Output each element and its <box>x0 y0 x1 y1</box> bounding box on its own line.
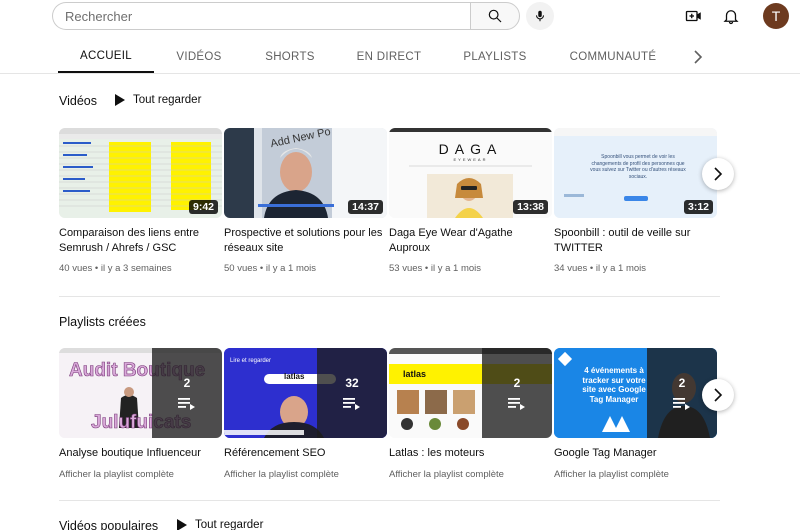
view-full-playlist-link[interactable]: Afficher la playlist complète <box>59 469 222 480</box>
popular-play-all-button[interactable]: Tout regarder <box>176 519 263 530</box>
playlist-thumbnail[interactable]: latlas 2 <box>389 348 552 438</box>
chevron-right-icon <box>714 167 723 181</box>
playlist-card[interactable]: 4 événements à tracker sur votre site av… <box>554 348 717 480</box>
video-thumbnail[interactable]: Add New Po 14:37 <box>224 128 387 218</box>
section-divider <box>59 500 720 501</box>
tab-videos[interactable]: VIDÉOS <box>160 40 238 73</box>
search-button[interactable] <box>470 2 520 30</box>
playlist-card[interactable]: Audit Boutique Julufuicats 2 Analyse bou… <box>59 348 222 480</box>
tab-playlists[interactable]: PLAYLISTS <box>452 40 538 73</box>
view-full-playlist-link[interactable]: Afficher la playlist complète <box>224 469 387 480</box>
playlist-icon <box>178 398 195 410</box>
video-title[interactable]: Daga Eye Wear d'Agathe Auproux <box>389 226 552 256</box>
playlist-icon <box>673 398 690 410</box>
playlist-card[interactable]: Lire et regarder latlas 32 Référencement… <box>224 348 387 480</box>
playlist-card[interactable]: latlas 2 Latlas : les moteurs Afficher l… <box>389 348 552 480</box>
view-full-playlist-link[interactable]: Afficher la playlist complète <box>389 469 552 480</box>
playlist-thumbnail[interactable]: Lire et regarder latlas 32 <box>224 348 387 438</box>
popular-section-title: Vidéos populaires <box>59 519 159 530</box>
play-icon <box>177 519 187 530</box>
playlist-count-overlay: 2 <box>152 348 222 438</box>
play-icon <box>115 94 125 106</box>
playlist-thumbnail[interactable]: Audit Boutique Julufuicats 2 <box>59 348 222 438</box>
tab-communaute[interactable]: COMMUNAUTÉ <box>562 40 664 73</box>
view-full-playlist-link[interactable]: Afficher la playlist complète <box>554 469 717 480</box>
playlist-video-count: 2 <box>513 376 521 390</box>
playlist-video-count: 32 <box>345 376 359 390</box>
video-add-icon <box>685 10 701 22</box>
video-meta: 50 vues • il y a 1 mois <box>224 263 317 274</box>
video-meta: 53 vues • il y a 1 mois <box>389 263 482 274</box>
playlists-section-title: Playlists créées <box>59 315 146 329</box>
videos-section-title: Vidéos <box>59 94 97 108</box>
video-title[interactable]: Prospective et solutions pour les réseau… <box>224 226 387 256</box>
tab-shorts[interactable]: SHORTS <box>250 40 330 73</box>
video-card[interactable]: DAGA EYEWEAR 13:38 Daga Eye Wear d'Agath… <box>389 128 552 274</box>
thumbnail-logo-subtext: EYEWEAR <box>453 157 488 162</box>
search-icon <box>488 9 502 23</box>
video-thumbnail[interactable]: Spoonbill vous permet de voir les change… <box>554 128 717 218</box>
playlist-title[interactable]: Google Tag Manager <box>554 446 717 461</box>
videos-play-all-button[interactable]: Tout regarder <box>114 94 201 106</box>
video-duration: 13:38 <box>513 200 548 214</box>
microphone-icon <box>535 10 545 22</box>
playlists-next-button[interactable] <box>702 379 734 411</box>
play-all-label: Tout regarder <box>133 94 202 106</box>
video-card[interactable]: Add New Po 14:37 Prospective et solution… <box>224 128 387 274</box>
thumbnail-caption: Lire et regarder <box>230 358 272 364</box>
playlist-video-count: 2 <box>678 376 686 390</box>
video-title[interactable]: Comparaison des liens entre Semrush / Ah… <box>59 226 222 256</box>
notifications-button[interactable] <box>719 4 743 28</box>
video-duration: 9:42 <box>188 200 218 214</box>
video-meta: 40 vues • il y a 3 semaines <box>59 263 172 274</box>
video-duration: 14:37 <box>348 200 383 214</box>
thumbnail-brand: latlas <box>284 372 305 381</box>
avatar[interactable]: T <box>763 3 789 29</box>
thumbnail-brand: latlas <box>403 369 427 379</box>
channel-tabs: ACCUEIL VIDÉOS SHORTS EN DIRECT PLAYLIST… <box>0 40 800 74</box>
playlist-title[interactable]: Analyse boutique Influenceur <box>59 446 222 461</box>
playlist-title[interactable]: Référencement SEO <box>224 446 387 461</box>
section-divider <box>59 296 720 297</box>
playlist-title[interactable]: Latlas : les moteurs <box>389 446 552 461</box>
chevron-right-icon <box>694 50 703 64</box>
playlist-video-count: 2 <box>183 376 191 390</box>
playlist-icon <box>508 398 525 410</box>
thumbnail-caption: Spoonbill vous permet de voir les change… <box>590 154 686 180</box>
thumbnail-logo-text: DAGA <box>438 141 503 157</box>
video-card[interactable]: 9:42 Comparaison des liens entre Semrush… <box>59 128 222 274</box>
tab-en-direct[interactable]: EN DIRECT <box>348 40 430 73</box>
playlist-count-overlay: 2 <box>482 348 552 438</box>
video-duration: 3:12 <box>683 200 713 214</box>
create-button[interactable] <box>682 4 706 28</box>
voice-search-button[interactable] <box>526 2 554 30</box>
search-input[interactable]: Rechercher <box>52 2 470 30</box>
playlist-icon <box>343 398 360 410</box>
top-bar: Rechercher T <box>0 0 800 32</box>
thumbnail-caption: 4 événements à tracker sur votre site av… <box>582 366 646 404</box>
playlist-count-overlay: 32 <box>317 348 387 438</box>
video-card[interactable]: Spoonbill vous permet de voir les change… <box>554 128 717 274</box>
videos-next-button[interactable] <box>702 158 734 190</box>
search-bar: Rechercher <box>52 2 520 30</box>
tabs-scroll-right-button[interactable] <box>688 48 708 66</box>
video-thumbnail[interactable]: DAGA EYEWEAR 13:38 <box>389 128 552 218</box>
playlist-thumbnail[interactable]: 4 événements à tracker sur votre site av… <box>554 348 717 438</box>
play-all-label: Tout regarder <box>195 519 264 530</box>
bell-icon <box>723 10 739 25</box>
video-meta: 34 vues • il y a 1 mois <box>554 263 647 274</box>
tab-accueil[interactable]: ACCUEIL <box>58 40 154 73</box>
video-title[interactable]: Spoonbill : outil de veille sur TWITTER <box>554 226 717 256</box>
video-thumbnail[interactable]: 9:42 <box>59 128 222 218</box>
chevron-right-icon <box>714 388 723 402</box>
